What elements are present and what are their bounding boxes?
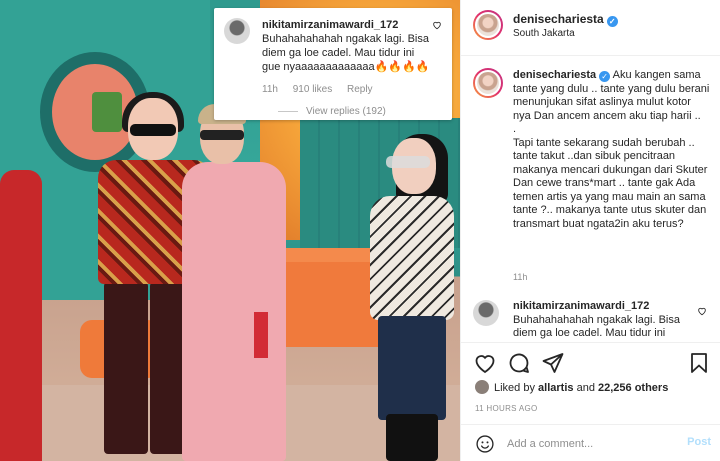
post-timestamp[interactable]: 11 HOURS AGO [475,404,538,413]
post-actions-bar [461,342,720,382]
person-2-card [254,312,268,358]
heart-icon[interactable] [473,351,497,375]
header-username[interactable]: denisechariesta ✓ [513,12,618,27]
avatar[interactable] [224,18,250,44]
post-side-panel: denisechariesta ✓ South Jakarta denisecha… [460,0,720,461]
heart-icon[interactable] [432,20,442,30]
person-left-edge [0,170,42,461]
avatar[interactable] [473,68,503,98]
header-location[interactable]: South Jakarta [513,28,575,39]
overlay-comment-card: nikitamirzanimawardi_172 Buhahahahahah n… [214,8,452,120]
post-caption: denisechariesta ✓ Aku kangen sama tante y… [461,56,720,288]
bookmark-icon[interactable] [687,351,711,375]
person-3-glasses [386,156,430,168]
header-username-text[interactable]: denisechariesta [513,12,604,26]
post-header: denisechariesta ✓ South Jakarta [461,0,720,56]
share-icon[interactable] [541,351,565,375]
comment-text: Buhahahahahah ngakak lagi. Bisa diem ga … [513,313,680,340]
caption-body: denisechariesta ✓ Aku kangen sama tante y… [513,69,711,231]
likes-prefix: Liked by [494,382,535,394]
overlay-comment-time: 11h [262,84,278,95]
heart-icon[interactable] [697,306,707,319]
comment-item: nikitamirzanimawardi_172 Buhahahahahah n… [461,294,720,340]
avatar [475,380,489,394]
likes-summary[interactable]: Liked by allartis and 22,256 others [475,380,668,394]
comment-icon[interactable] [507,351,531,375]
verified-badge-icon: ✓ [599,71,611,82]
person-3-sweater [370,196,454,320]
person-3-jeans [378,316,446,420]
likes-others[interactable]: 22,256 others [598,382,668,394]
comment-username[interactable]: nikitamirzanimawardi_172 [513,300,649,312]
view-replies-link[interactable]: View replies (192) [278,106,386,117]
verified-badge-icon: ✓ [606,16,618,27]
avatar[interactable] [473,300,499,326]
comment-body: nikitamirzanimawardi_172 Buhahahahahah n… [513,300,689,341]
overlay-comment-meta: 11h 910 likes Reply [262,84,385,95]
avatar[interactable] [473,10,503,40]
overlay-comment-username[interactable]: nikitamirzanimawardi_172 [262,19,398,31]
overlay-comment-text: Buhahahahahah ngakak lagi. Bisa diem ga … [262,33,430,73]
caption-username[interactable]: denisechariesta [513,69,596,81]
likes-user[interactable]: allartis [538,382,573,394]
overlay-reply-link[interactable]: Reply [347,84,373,95]
post-comment-button[interactable]: Post [687,436,711,448]
caption-text: Aku kangen sama tante yang dulu .. tante… [513,69,710,230]
post-photo[interactable]: nikitamirzanimawardi_172 Buhahahahahah n… [0,0,460,461]
person-1-leg [104,282,148,454]
person-1-sunglasses [130,124,176,136]
emoji-icon[interactable] [475,434,495,454]
overlay-comment-likes[interactable]: 910 likes [293,84,332,95]
person-3-boots [386,414,438,461]
likes-conj: and [576,382,595,394]
person-2-glasses [200,130,244,140]
plant-decor [92,92,122,132]
caption-time: 11h [513,272,528,282]
add-comment-bar: Post [461,424,720,461]
person-2-robe [182,162,286,461]
add-comment-input[interactable] [507,435,677,453]
